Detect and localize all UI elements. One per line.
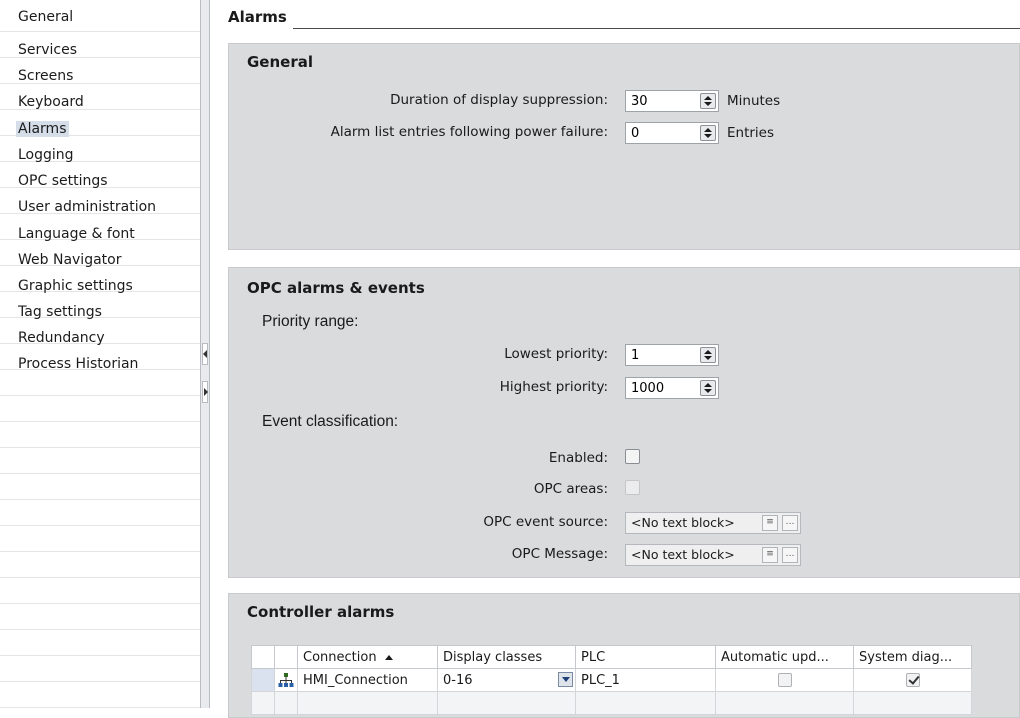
- general-section: General Duration of display suppression:…: [228, 43, 1020, 250]
- lowest-priority-label: Lowest priority:: [504, 346, 608, 362]
- event-classification-heading: Event classification:: [262, 413, 399, 430]
- opc-event-source-field[interactable]: <No text block> ≡ …: [625, 512, 801, 534]
- enabled-label: Enabled:: [548, 450, 608, 466]
- spin-updown-icon[interactable]: [700, 380, 716, 396]
- suppression-label: Duration of display suppression:: [390, 92, 608, 108]
- spin-updown-icon[interactable]: [700, 93, 716, 109]
- settings-sidebar: General Services Screens Keyboard Alarms…: [0, 0, 200, 708]
- browse-ellipsis-button[interactable]: …: [782, 547, 798, 563]
- opc-section: OPC alarms & events Priority range: Lowe…: [228, 267, 1020, 578]
- browse-ellipsis-button[interactable]: …: [782, 515, 798, 531]
- spin-updown-icon[interactable]: [700, 347, 716, 363]
- lowest-priority-input[interactable]: [626, 345, 692, 365]
- main-panel: Alarms General Duration of display suppr…: [210, 0, 1020, 718]
- enabled-checkbox[interactable]: [625, 449, 640, 464]
- controller-alarms-section: Controller alarms Connection Display cla…: [228, 593, 1020, 718]
- sidebar-item-general[interactable]: General: [18, 7, 73, 27]
- sidebar-item-user-administration[interactable]: User administration: [18, 197, 156, 217]
- sidebar-item-graphic-settings[interactable]: Graphic settings: [18, 276, 133, 296]
- list-icon[interactable]: ≡: [762, 515, 778, 531]
- sidebar-item-screens[interactable]: Screens: [18, 66, 73, 86]
- opc-event-source-label: OPC event source:: [483, 514, 608, 530]
- column-header-display-classes[interactable]: Display classes: [437, 645, 576, 669]
- power-failure-spinner[interactable]: [625, 122, 719, 144]
- connection-icon: [274, 668, 298, 692]
- priority-range-heading: Priority range:: [262, 313, 359, 330]
- sidebar-item-language-font[interactable]: Language & font: [18, 224, 135, 244]
- suppression-spinner[interactable]: [625, 90, 719, 112]
- sidebar-item-keyboard[interactable]: Keyboard: [18, 92, 84, 112]
- sidebar-item-alarms[interactable]: Alarms: [16, 119, 69, 139]
- sidebar-item-tag-settings[interactable]: Tag settings: [18, 302, 102, 322]
- sidebar-item-redundancy[interactable]: Redundancy: [18, 328, 105, 348]
- table-row-empty[interactable]: [251, 691, 972, 715]
- display-classes-dropdown[interactable]: 0-16: [437, 668, 576, 692]
- power-failure-input[interactable]: [626, 123, 692, 143]
- highest-priority-input[interactable]: [626, 378, 692, 398]
- sidebar-item-services[interactable]: Services: [18, 40, 77, 60]
- table-header-row: Connection Display classes PLC Automatic…: [251, 645, 972, 669]
- sidebar-item-opc-settings[interactable]: OPC settings: [18, 171, 108, 191]
- column-header-system-diagnostics[interactable]: System diag...: [853, 645, 972, 669]
- page-title: Alarms: [228, 8, 287, 26]
- suppression-unit: Minutes: [727, 93, 781, 109]
- collapse-left-arrow-icon[interactable]: [202, 343, 208, 365]
- list-icon[interactable]: ≡: [762, 547, 778, 563]
- opc-event-source-value: <No text block>: [631, 515, 735, 530]
- plc-cell[interactable]: PLC_1: [575, 668, 716, 692]
- power-failure-label: Alarm list entries following power failu…: [330, 124, 608, 140]
- row-selector[interactable]: [251, 668, 275, 692]
- system-diagnostics-checkbox[interactable]: [905, 673, 920, 687]
- general-section-title: General: [247, 53, 313, 71]
- opc-message-field[interactable]: <No text block> ≡ …: [625, 544, 801, 566]
- table-row[interactable]: HMI_Connection 0-16 PLC_1: [251, 668, 972, 692]
- pane-splitter[interactable]: [200, 0, 210, 708]
- opc-message-value: <No text block>: [631, 547, 735, 562]
- highest-priority-spinner[interactable]: [625, 377, 719, 399]
- column-header-automatic-update[interactable]: Automatic upd...: [715, 645, 854, 669]
- sidebar-item-web-navigator[interactable]: Web Navigator: [18, 250, 121, 270]
- controller-alarms-table: Connection Display classes PLC Automatic…: [251, 645, 972, 715]
- display-classes-value: 0-16: [443, 672, 473, 688]
- icon-column-header: [274, 645, 298, 669]
- lowest-priority-spinner[interactable]: [625, 344, 719, 366]
- controller-section-title: Controller alarms: [247, 603, 395, 621]
- expand-right-arrow-icon[interactable]: [202, 381, 208, 403]
- automatic-update-cell[interactable]: [715, 668, 854, 692]
- title-divider: [293, 28, 1020, 29]
- automatic-update-checkbox[interactable]: [777, 673, 792, 687]
- spin-updown-icon[interactable]: [700, 125, 716, 141]
- sidebar-item-process-historian[interactable]: Process Historian: [18, 354, 138, 374]
- connection-cell[interactable]: HMI_Connection: [297, 668, 438, 692]
- column-header-plc[interactable]: PLC: [575, 645, 716, 669]
- sort-ascending-icon: [384, 654, 393, 660]
- column-header-connection[interactable]: Connection: [297, 645, 438, 669]
- row-selector-header: [251, 645, 275, 669]
- power-failure-unit: Entries: [727, 125, 775, 141]
- opc-areas-checkbox[interactable]: [625, 480, 640, 495]
- opc-message-label: OPC Message:: [511, 546, 608, 562]
- dropdown-arrow-icon[interactable]: [558, 672, 573, 687]
- highest-priority-label: Highest priority:: [499, 379, 608, 395]
- opc-areas-label: OPC areas:: [533, 481, 608, 497]
- suppression-input[interactable]: [626, 91, 692, 111]
- opc-section-title: OPC alarms & events: [247, 279, 425, 297]
- sidebar-item-logging[interactable]: Logging: [18, 145, 74, 165]
- system-diagnostics-cell[interactable]: [853, 668, 972, 692]
